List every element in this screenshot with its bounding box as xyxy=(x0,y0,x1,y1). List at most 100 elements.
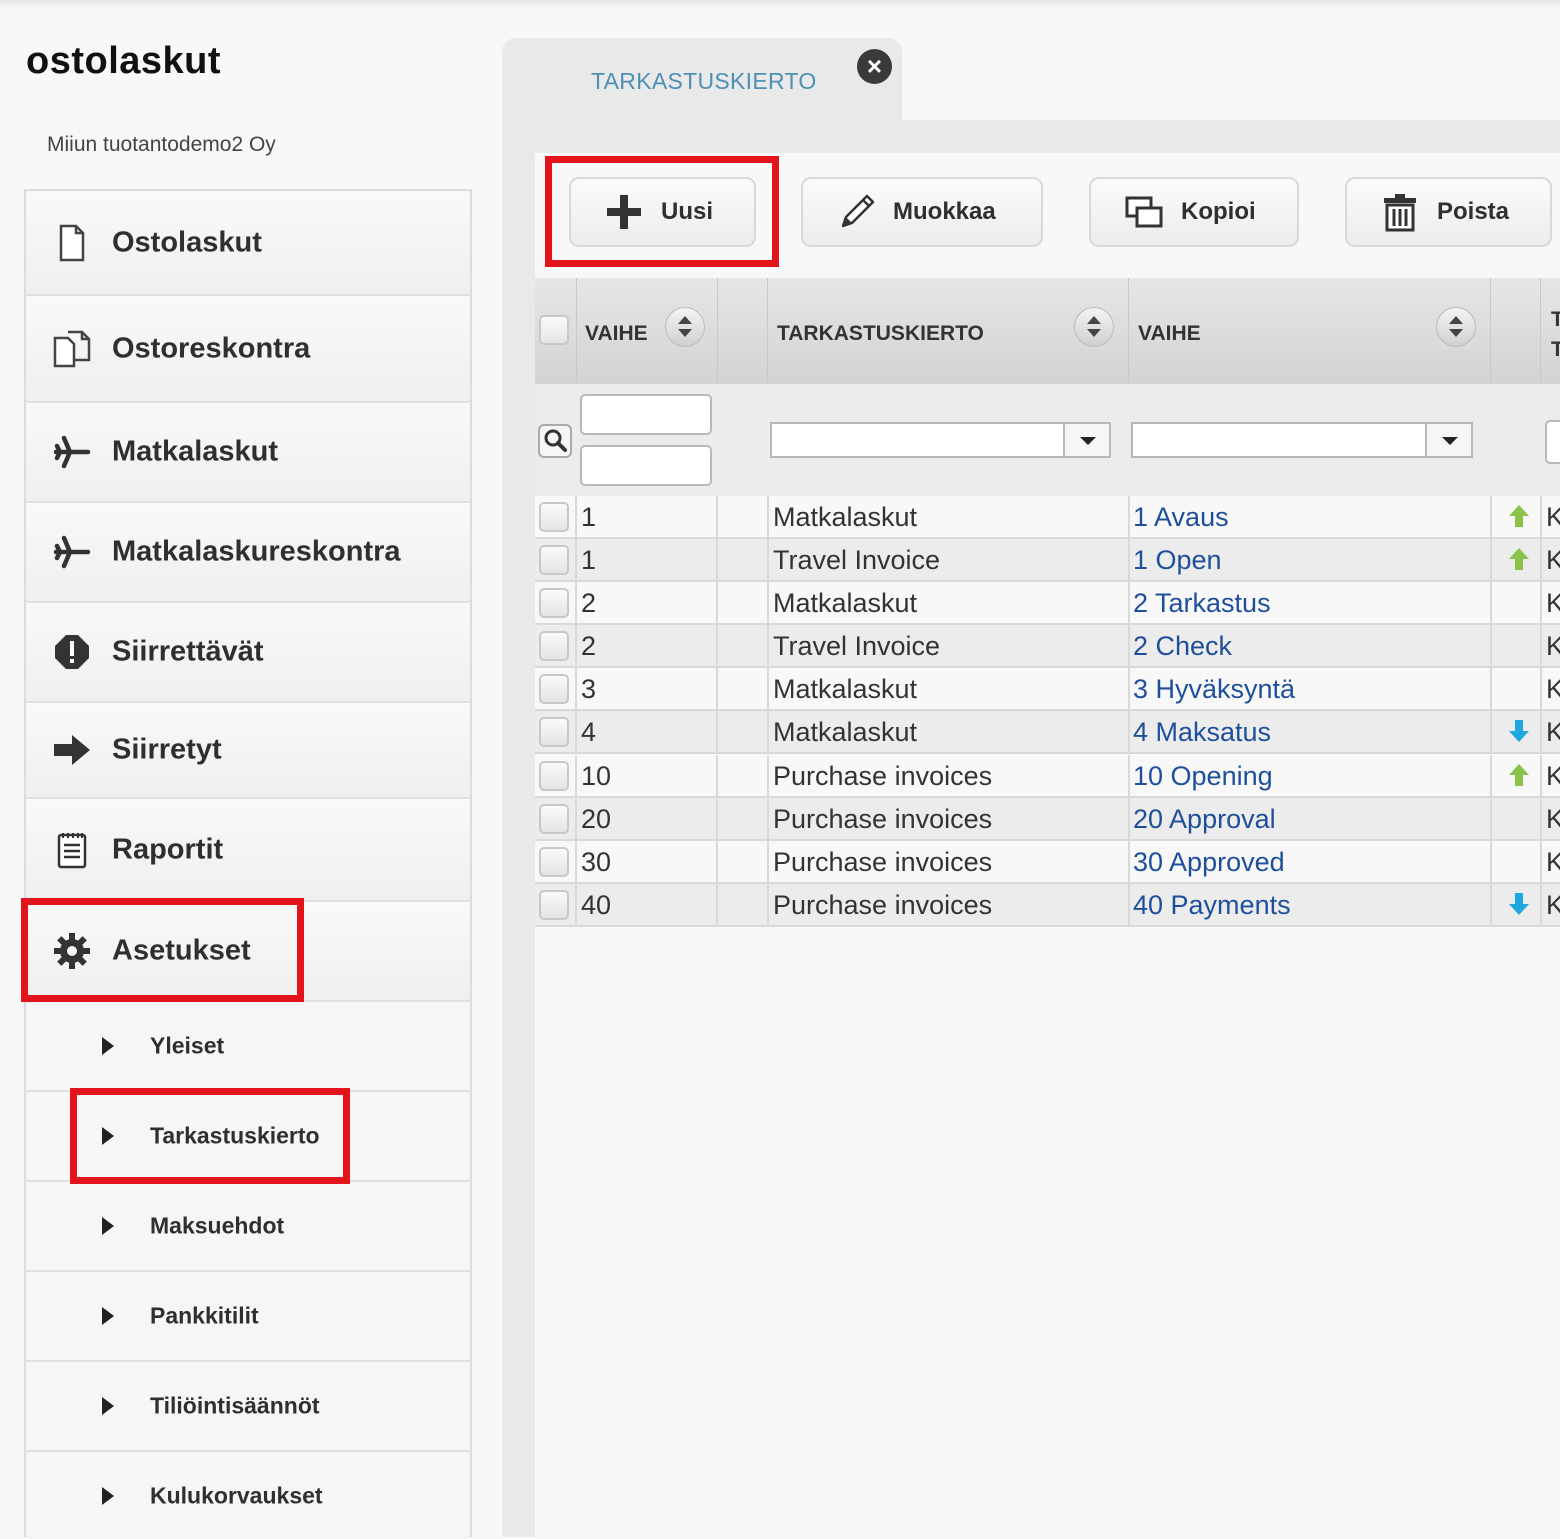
cell-vaihe-link[interactable]: 40 Payments xyxy=(1133,884,1485,925)
row-checkbox[interactable] xyxy=(539,804,569,834)
cell-partial: K xyxy=(1546,545,1560,575)
sort-icon[interactable] xyxy=(1074,307,1114,347)
row-checkbox[interactable] xyxy=(539,717,569,747)
sidebar-subitem-kulukorvaukset[interactable]: Kulukorvaukset xyxy=(26,1452,470,1539)
header-tarkastuskierto[interactable]: TARKASTUSKIERTO xyxy=(768,278,1129,384)
cell-divider xyxy=(767,625,769,666)
vaihe-filter-select[interactable] xyxy=(1131,422,1473,458)
caret-right-icon xyxy=(102,1217,114,1235)
cell-divider xyxy=(1490,798,1492,839)
sidebar-subitem-pankkitilit[interactable]: Pankkitilit xyxy=(26,1272,470,1362)
sidebar-item-ostolaskut[interactable]: Ostolaskut xyxy=(26,191,470,296)
row-checkbox[interactable] xyxy=(539,545,569,575)
cell-divider xyxy=(1128,539,1130,580)
top-shade xyxy=(0,0,1560,8)
header-vaihe[interactable]: VAIHE xyxy=(577,278,718,384)
partial-filter-input[interactable] xyxy=(1545,420,1560,464)
tab-tarkastuskierto[interactable]: TARKASTUSKIERTO × xyxy=(502,38,902,128)
copy-button[interactable]: Kopioi xyxy=(1089,177,1299,247)
table-row[interactable]: 3 Matkalaskut 3 Hyväksyntä K xyxy=(535,668,1560,711)
row-checkbox[interactable] xyxy=(539,674,569,704)
table-row[interactable]: 30 Purchase invoices 30 Approved K xyxy=(535,841,1560,884)
cell-divider xyxy=(1540,711,1542,752)
gear-icon xyxy=(54,933,90,969)
new-button[interactable]: Uusi xyxy=(569,177,756,247)
cell-vaihe: 10 xyxy=(581,761,612,791)
close-tab-button[interactable]: × xyxy=(857,49,892,84)
cell-divider xyxy=(767,884,769,925)
header-vaihe-name[interactable]: VAIHE xyxy=(1129,278,1491,384)
sidebar-subitem-label: Kulukorvaukset xyxy=(150,1482,323,1508)
cell-divider xyxy=(716,496,718,537)
cell-vaihe-link[interactable]: 4 Maksatus xyxy=(1133,711,1485,752)
sort-icon[interactable] xyxy=(1436,307,1476,347)
cell-divider xyxy=(716,884,718,925)
table-row[interactable]: 40 Purchase invoices 40 Payments K xyxy=(535,884,1560,927)
row-checkbox[interactable] xyxy=(539,761,569,791)
cell-vaihe-link[interactable]: 30 Approved xyxy=(1133,841,1485,882)
sort-icon[interactable] xyxy=(665,307,705,347)
select-all-checkbox[interactable] xyxy=(539,315,569,345)
cell-tarkastuskierto: Matkalaskut xyxy=(773,717,918,747)
search-icon[interactable] xyxy=(538,424,572,458)
sidebar-subitem-label: Yleiset xyxy=(150,1032,225,1059)
cell-vaihe-link[interactable]: 1 Open xyxy=(1133,539,1485,580)
vaihe-filter-to-input[interactable] xyxy=(580,445,712,486)
cell-divider xyxy=(1490,841,1492,882)
arrow-up-icon[interactable] xyxy=(1508,547,1530,571)
sidebar-item-matkalaskureskontra[interactable]: Matkalaskureskontra xyxy=(26,503,470,603)
cell-divider xyxy=(716,582,718,623)
table-row[interactable]: 2 Matkalaskut 2 Tarkastus K xyxy=(535,582,1560,625)
cell-vaihe-link[interactable]: 20 Approval xyxy=(1133,798,1485,839)
cell-partial: K xyxy=(1546,674,1560,704)
table-row[interactable]: 20 Purchase invoices 20 Approval K xyxy=(535,798,1560,841)
tarkastuskierto-filter-select[interactable] xyxy=(770,422,1111,458)
sidebar-item-raportit[interactable]: Raportit xyxy=(26,799,470,902)
vaihe-filter-from-input[interactable] xyxy=(580,394,712,435)
cell-divider xyxy=(1540,582,1542,623)
sidebar-subitem-maksuehdot[interactable]: Maksuehdot xyxy=(26,1182,470,1272)
cell-tarkastuskierto: Purchase invoices xyxy=(773,804,993,834)
table-row[interactable]: 10 Purchase invoices 10 Opening K xyxy=(535,755,1560,798)
cell-vaihe-link[interactable]: 10 Opening xyxy=(1133,755,1485,796)
sidebar-item-siirrettavat[interactable]: Siirrettävät xyxy=(26,603,470,703)
sidebar-item-siirretyt[interactable]: Siirretyt xyxy=(26,703,470,799)
cell-divider xyxy=(1540,884,1542,925)
sidebar-subitem-tiliointisaannot[interactable]: Tiliöintisäännöt xyxy=(26,1362,470,1452)
delete-button[interactable]: Poista xyxy=(1345,177,1552,247)
row-checkbox[interactable] xyxy=(539,890,569,920)
header-label: T xyxy=(1551,338,1560,361)
row-checkbox[interactable] xyxy=(539,502,569,532)
row-checkbox[interactable] xyxy=(539,588,569,618)
sidebar-item-ostoreskontra[interactable]: Ostoreskontra xyxy=(26,296,470,403)
arrow-down-icon[interactable] xyxy=(1508,892,1530,916)
header-spacer xyxy=(718,278,768,384)
sidebar-item-matkalaskut[interactable]: Matkalaskut xyxy=(26,403,470,503)
edit-button[interactable]: Muokkaa xyxy=(801,177,1043,247)
cell-tarkastuskierto: Purchase invoices xyxy=(773,761,993,791)
cell-partial: K xyxy=(1546,847,1560,877)
sidebar-subitem-label: Maksuehdot xyxy=(150,1212,285,1239)
cell-divider xyxy=(575,539,577,580)
cell-divider xyxy=(767,755,769,796)
cell-divider xyxy=(767,668,769,709)
cell-vaihe-link[interactable]: 3 Hyväksyntä xyxy=(1133,668,1485,709)
chevron-down-icon[interactable] xyxy=(1425,424,1471,456)
arrow-up-icon[interactable] xyxy=(1508,504,1530,528)
table-row[interactable]: 1 Matkalaskut 1 Avaus K xyxy=(535,496,1560,539)
table-row[interactable]: 1 Travel Invoice 1 Open K xyxy=(535,539,1560,582)
sidebar-subitem-tarkastuskierto[interactable]: Tarkastuskierto xyxy=(26,1092,470,1182)
row-checkbox[interactable] xyxy=(539,847,569,877)
sidebar-subitem-yleiset[interactable]: Yleiset xyxy=(26,1002,470,1092)
cell-vaihe-link[interactable]: 2 Tarkastus xyxy=(1133,582,1485,623)
arrow-down-icon[interactable] xyxy=(1508,719,1530,743)
cell-vaihe-link[interactable]: 2 Check xyxy=(1133,625,1485,666)
arrow-up-icon[interactable] xyxy=(1508,763,1530,787)
row-checkbox[interactable] xyxy=(539,631,569,661)
table-row[interactable]: 4 Matkalaskut 4 Maksatus K xyxy=(535,711,1560,754)
cell-vaihe-link[interactable]: 1 Avaus xyxy=(1133,496,1485,537)
header-partial-column[interactable]: T T xyxy=(1541,278,1560,384)
table-row[interactable]: 2 Travel Invoice 2 Check K xyxy=(535,625,1560,668)
chevron-down-icon[interactable] xyxy=(1063,424,1109,456)
sidebar-item-asetukset[interactable]: Asetukset xyxy=(26,902,470,1002)
